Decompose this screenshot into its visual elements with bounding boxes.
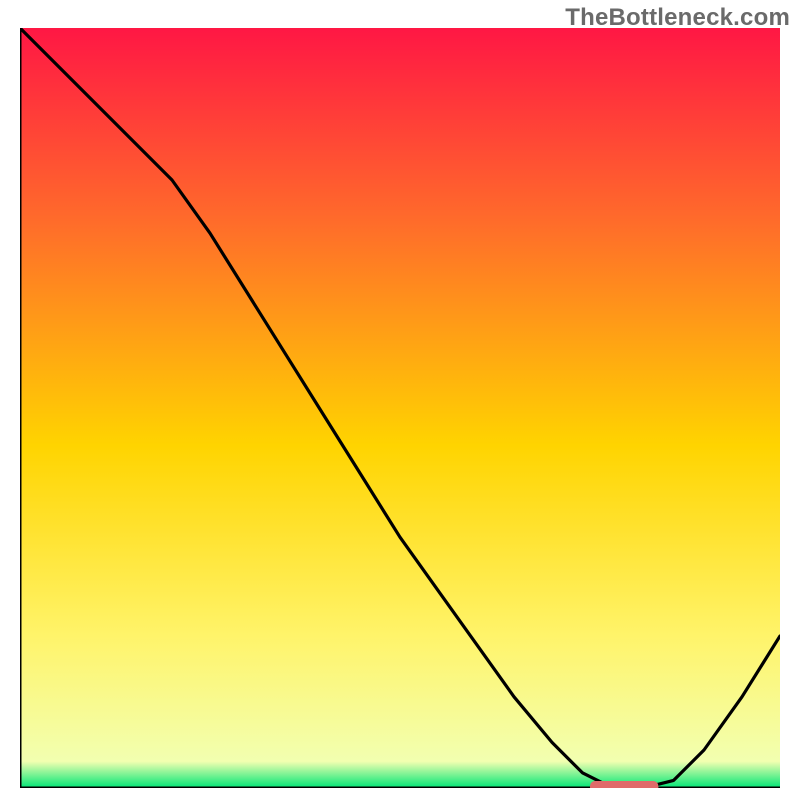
optimal-marker [590, 781, 658, 788]
bottleneck-plot [20, 28, 780, 788]
chart-canvas: TheBottleneck.com [0, 0, 800, 800]
